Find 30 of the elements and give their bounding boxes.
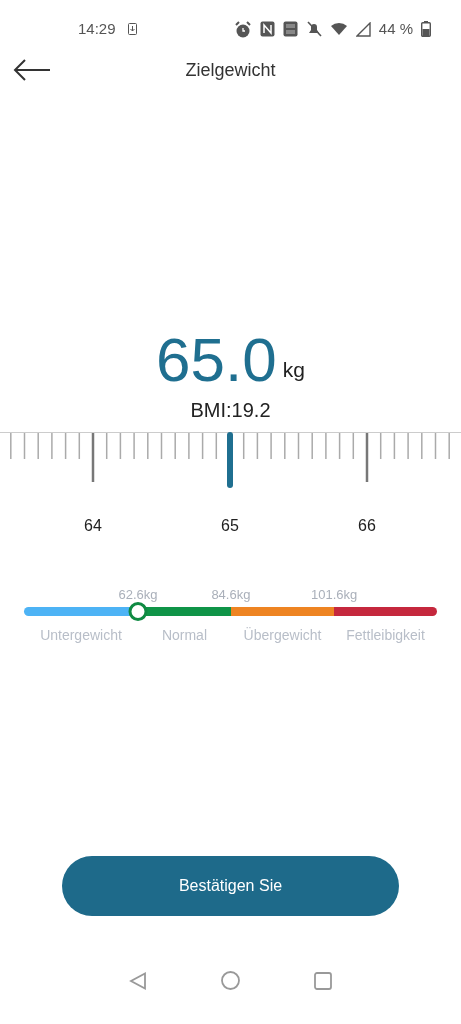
- threshold-label: 84.6kg: [211, 586, 251, 604]
- bmi-range-label: Untergewicht: [40, 626, 122, 645]
- weight-value: 65.0: [156, 329, 277, 391]
- bmi-range-label: Normal: [161, 626, 207, 645]
- confirm-button[interactable]: Bestätigen Sie: [62, 856, 399, 916]
- ruler-label: 64: [84, 516, 102, 536]
- battery-icon: [421, 21, 431, 37]
- wifi-icon: [329, 22, 348, 36]
- bmi-range-label: Übergewicht: [243, 626, 322, 645]
- ruler-label: 66: [358, 516, 376, 536]
- page-title: Zielgewicht: [185, 58, 276, 82]
- download-icon: [127, 23, 137, 35]
- ruler-label: 65: [221, 516, 239, 536]
- bmi-value: BMI:19.2: [189, 398, 272, 423]
- status-time: 14:29: [78, 18, 116, 39]
- weight-unit: kg: [282, 356, 305, 383]
- back-arrow-icon[interactable]: [13, 59, 51, 81]
- nfc-icon: [259, 21, 275, 37]
- threshold-label: 62.6kg: [118, 586, 158, 604]
- threshold-label: 101.6kg: [311, 586, 358, 604]
- recents-nav-icon[interactable]: [314, 971, 332, 990]
- bmi-marker: [128, 602, 148, 621]
- back-nav-icon[interactable]: [129, 971, 147, 990]
- signal-icon: [355, 21, 371, 37]
- battery-percent: 44 %: [378, 18, 413, 39]
- bmi-range-label: Fettleibigkeit: [346, 626, 425, 645]
- ruler-pointer[interactable]: [227, 432, 233, 488]
- alarm-clock-icon: [233, 20, 252, 38]
- muted-bell-icon: [305, 21, 322, 37]
- home-nav-icon[interactable]: [221, 971, 240, 990]
